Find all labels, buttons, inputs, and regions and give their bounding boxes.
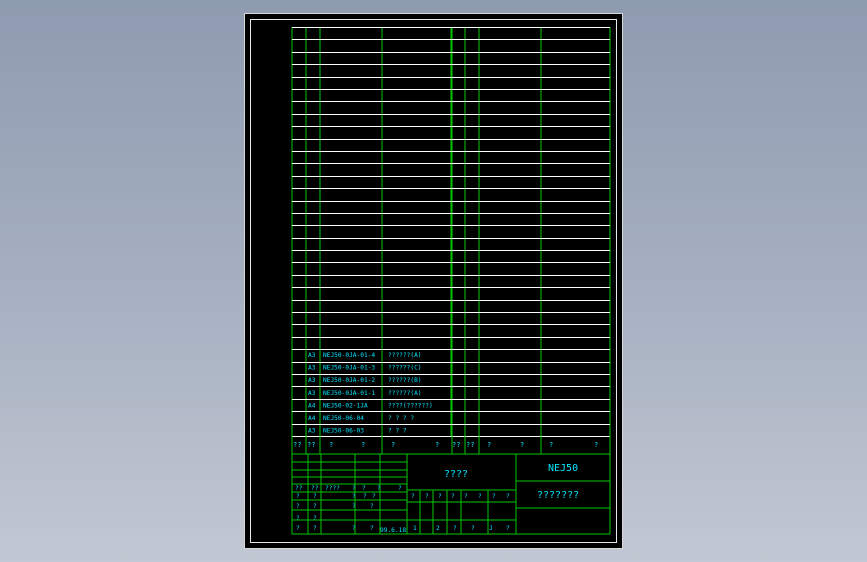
header-label: ? <box>594 441 598 449</box>
tb-label: ? <box>506 493 510 500</box>
list-size: A3 <box>308 377 316 384</box>
list-size: A4 <box>308 402 316 409</box>
tb-label: ?? <box>295 485 303 492</box>
tb-label: ? <box>492 493 496 500</box>
header-label: ?? <box>293 441 301 449</box>
tb-label: ? <box>296 525 300 532</box>
list-size: A4 <box>308 415 316 422</box>
list-code: NEJ50-06-04 <box>323 415 364 422</box>
tb-label: ? <box>478 493 482 500</box>
tb-label: ? <box>453 525 457 532</box>
parts-list-entries: A3 NEJ50-0JA-01-4 ??????(A) A3 NEJ50-0JA-01-… <box>308 352 433 435</box>
list-name: ? ? ? <box>388 428 407 435</box>
list-code: NEJ50-0JA-01-1 <box>323 390 375 397</box>
list-code: NEJ50-0JA-01-2 <box>323 377 375 384</box>
header-label: ? <box>549 441 553 449</box>
tb-label: 2 <box>436 525 440 532</box>
date-label: 99.6.18 <box>380 527 406 534</box>
tb-label: ? <box>398 485 402 492</box>
list-code: NEJ50-0JA-01-4 <box>323 352 375 359</box>
tb-label: ? <box>352 525 356 532</box>
tb-label: ? <box>363 493 367 500</box>
tb-label: ? <box>296 493 300 500</box>
tb-label: ? <box>296 515 300 522</box>
header-label: ?? <box>307 441 315 449</box>
drawing-table: A3 NEJ50-0JA-01-4 ??????(A) A3 NEJ50-0JA-01-… <box>291 27 611 535</box>
tb-label: ???? <box>325 485 340 492</box>
header-label: ? <box>361 441 365 449</box>
document-type: ??????? <box>537 490 579 501</box>
list-size: A3 <box>308 428 316 435</box>
tb-label: ? <box>352 503 356 510</box>
header-label: ? <box>520 441 524 449</box>
list-name: ??????(A) <box>388 352 422 359</box>
tb-label: ? <box>313 493 317 500</box>
list-name: ??????(A) <box>388 390 422 397</box>
list-code: NEJ50-0JA-01-3 <box>323 365 375 372</box>
header-label: ? <box>435 441 439 449</box>
drawing-name: ???? <box>444 469 468 480</box>
tb-label: ? <box>313 503 317 510</box>
tb-label: ? <box>313 525 317 532</box>
list-code: NEJ50-06-03 <box>323 428 364 435</box>
tb-label: ? <box>425 493 429 500</box>
tb-label: ? <box>377 485 381 492</box>
list-name: ????(??????) <box>388 402 433 409</box>
tb-label: ?? <box>311 485 319 492</box>
list-size: A3 <box>308 352 316 359</box>
tb-label: ? <box>438 493 442 500</box>
header-label: ?? <box>452 441 460 449</box>
header-label: ? <box>487 441 491 449</box>
list-size: A3 <box>308 390 316 397</box>
header-label: ? <box>329 441 333 449</box>
tb-label: ? <box>506 525 510 532</box>
tb-label: ? <box>464 493 468 500</box>
tb-label: ? <box>411 493 415 500</box>
tb-label: ? <box>451 493 455 500</box>
product-code: NEJ50 <box>548 463 578 474</box>
tb-label: ? <box>296 503 300 510</box>
list-code: NEJ50-02-1JA <box>323 402 368 409</box>
tb-label: J <box>489 525 493 532</box>
parts-list-header: ???????????????? <box>293 441 598 449</box>
list-name: ??????(B) <box>388 377 422 384</box>
tb-label: ? <box>370 525 374 532</box>
header-label: ? <box>391 441 395 449</box>
tb-label: ? <box>352 493 356 500</box>
header-label: ?? <box>466 441 474 449</box>
tb-label: ? <box>471 525 475 532</box>
tb-label: 1 <box>413 525 417 532</box>
title-block: ???? NEJ50 ??????? 99.6.18 ?????????????… <box>295 463 579 534</box>
list-name: ??????(C) <box>388 365 422 372</box>
tb-label: ? <box>313 515 317 522</box>
tb-label: ? <box>352 485 356 492</box>
list-name: ? ? ? ? <box>388 415 414 422</box>
tb-label: ? <box>370 503 374 510</box>
tb-label: ? <box>362 485 366 492</box>
list-size: A3 <box>308 365 316 372</box>
tb-label: ? <box>372 493 376 500</box>
